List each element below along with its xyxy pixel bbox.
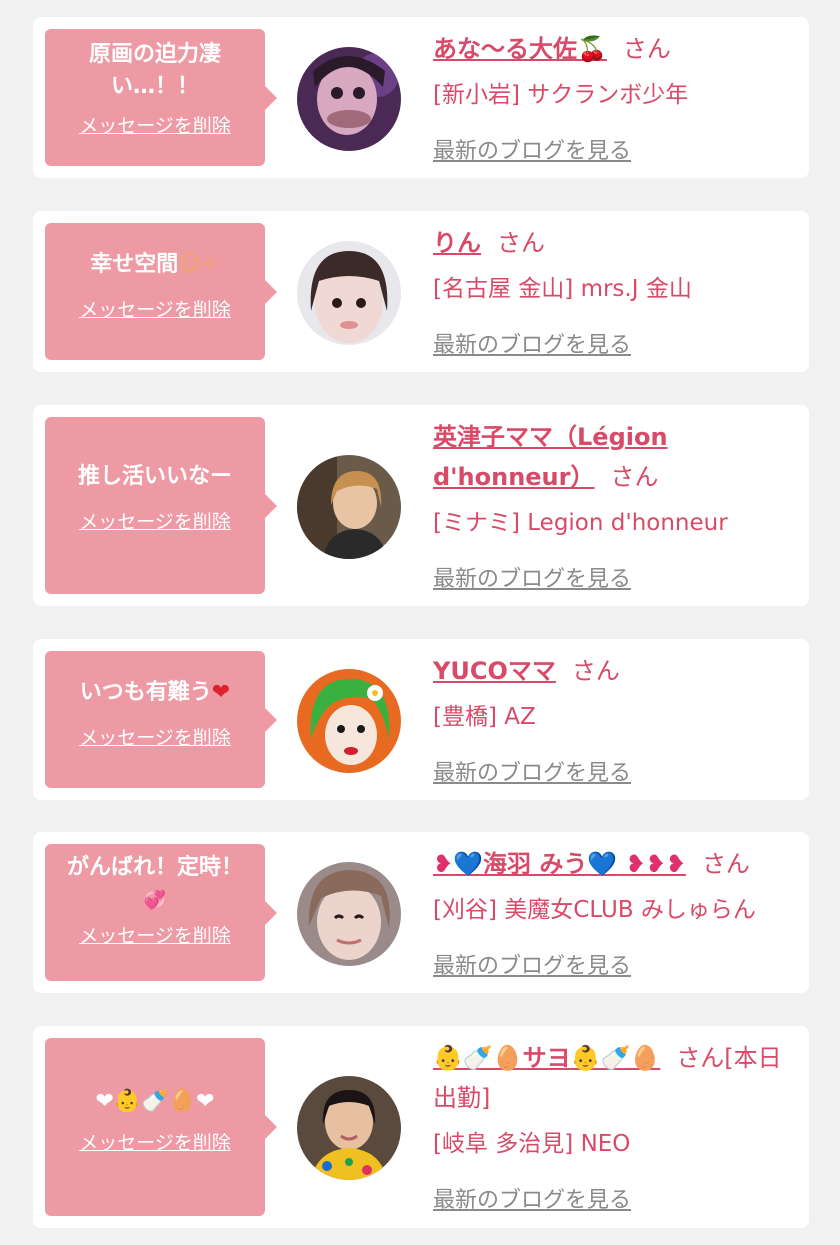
honorific: さん [622, 35, 671, 63]
member-name-link[interactable]: ❥💙海羽 みう💙 ❥❥❥ [433, 850, 686, 878]
honorific: さん [571, 657, 620, 685]
name-line: りん さん [433, 223, 795, 263]
sparkle-icon: ✧ [201, 252, 220, 277]
message-text: いつも有難う❤ [79, 680, 231, 705]
member-info: 👶🍼🥚サヨ👶🍼🥚 さん[本日出勤] [岐阜 多治見] NEO 最新のブログを見る [433, 1038, 795, 1214]
message-card: いつも有難う❤ メッセージを削除 YUCOママ さん [豊橋] AZ 最新のブログ… [33, 639, 809, 800]
message-bubble: いつも有難う❤ メッセージを削除 [45, 651, 277, 788]
name-line: ❥💙海羽 みう💙 ❥❥❥ さん [433, 844, 795, 884]
baby-bottle-egg-icons: 👶🍼🥚 [433, 1044, 523, 1072]
name-line: 英津子ママ（Légion d'honneur） さん [433, 417, 795, 497]
delete-message-link[interactable]: メッセージを削除 [79, 723, 231, 750]
avatar[interactable] [297, 1076, 401, 1180]
message-text: 推し活いいなー [77, 464, 232, 489]
message-card: がんばれ！定時！ 💞 メッセージを削除 ❥💙海羽 みう💙 ❥❥❥ さん [刈谷] 美… [33, 832, 809, 993]
shop-label: [ミナミ] Legion d'honneur [433, 510, 728, 536]
message-icons: ❤👶🍼🥚❤ [95, 1089, 215, 1114]
delete-message-link[interactable]: メッセージを削除 [79, 111, 231, 138]
avatar[interactable] [297, 47, 401, 151]
message-bubble: がんばれ！定時！ 💞 メッセージを削除 [45, 844, 277, 981]
member-info: りん さん [名古屋 金山] mrs.J 金山 最新のブログを見る [433, 223, 795, 359]
shop-label: [刈谷] 美魔女CLUB みしゅらん [433, 897, 756, 923]
member-info: ❥💙海羽 みう💙 ❥❥❥ さん [刈谷] 美魔女CLUB みしゅらん 最新のブログ… [433, 844, 795, 980]
delete-message-link[interactable]: メッセージを削除 [79, 921, 231, 948]
avatar[interactable] [297, 241, 401, 345]
honorific: さん [610, 463, 659, 491]
latest-blog-link[interactable]: 最新のブログを見る [433, 755, 631, 787]
blue-heart-icon: 💙 [587, 850, 618, 878]
message-card: 原画の迫力凄い…！！ メッセージを削除 あな〜る大佐🍒 さん [新小岩] サクラン… [33, 17, 809, 178]
latest-blog-link[interactable]: 最新のブログを見る [433, 1182, 631, 1214]
honorific: さん [497, 229, 545, 257]
pink-hearts-icon: ❥❥❥ [625, 850, 686, 878]
message-list: 原画の迫力凄い…！！ メッセージを削除 あな〜る大佐🍒 さん [新小岩] サクラン… [0, 0, 840, 1245]
shop-label: [豊橋] AZ [433, 704, 536, 730]
name-line: YUCOママ さん [433, 651, 795, 691]
heart-icon: ❤ [211, 680, 231, 705]
delete-message-link[interactable]: メッセージを削除 [79, 295, 231, 322]
message-bubble: 推し活いいなー メッセージを削除 [45, 417, 277, 594]
message-bubble: ❤👶🍼🥚❤ メッセージを削除 [45, 1038, 277, 1216]
message-text: 幸せ空間☺✧ [90, 252, 220, 277]
message-text: 原画の迫力凄い…！！ [88, 42, 221, 99]
shop-label: [岐阜 多治見] NEO [433, 1131, 631, 1157]
delete-message-link[interactable]: メッセージを削除 [79, 507, 231, 534]
shop-label: [名古屋 金山] mrs.J 金山 [433, 276, 692, 302]
message-card: 推し活いいなー メッセージを削除 英津子ママ（Légion d'honneur）… [33, 405, 809, 606]
member-name-link[interactable]: あな〜る大佐🍒 [433, 35, 607, 63]
cherry-icon: 🍒 [577, 35, 607, 63]
message-bubble: 幸せ空間☺✧ メッセージを削除 [45, 223, 277, 360]
member-name-link[interactable]: 👶🍼🥚サヨ👶🍼🥚 [433, 1044, 660, 1072]
member-name-link[interactable]: YUCOママ [433, 657, 556, 685]
message-card: ❤👶🍼🥚❤ メッセージを削除 👶🍼🥚サヨ👶🍼🥚 さん[本日出勤] [岐阜 多治見]… [33, 1026, 809, 1228]
message-text: ❤👶🍼🥚❤ [55, 1086, 255, 1118]
latest-blog-link[interactable]: 最新のブログを見る [433, 561, 631, 593]
latest-blog-link[interactable]: 最新のブログを見る [433, 327, 631, 359]
member-info: あな〜る大佐🍒 さん [新小岩] サクランボ少年 最新のブログを見る [433, 29, 795, 165]
pink-heart-icon: ❥ [433, 850, 454, 878]
avatar[interactable] [297, 455, 401, 559]
member-name-link[interactable]: りん [433, 229, 481, 257]
latest-blog-link[interactable]: 最新のブログを見る [433, 948, 631, 980]
pink-hearts-icon: 💞 [143, 890, 167, 911]
latest-blog-link[interactable]: 最新のブログを見る [433, 133, 631, 165]
smile-icon: ☺ [178, 252, 202, 277]
delete-message-link[interactable]: メッセージを削除 [79, 1128, 231, 1155]
member-info: 英津子ママ（Légion d'honneur） さん [ミナミ] Legion d… [433, 417, 795, 593]
message-card: 幸せ空間☺✧ メッセージを削除 りん さん [名古屋 金山] mrs.J 金山 最… [33, 211, 809, 372]
avatar[interactable] [297, 669, 401, 773]
honorific: さん [701, 850, 750, 878]
shop-label: [新小岩] サクランボ少年 [433, 82, 689, 108]
name-line: あな〜る大佐🍒 さん [433, 29, 795, 69]
message-bubble: 原画の迫力凄い…！！ メッセージを削除 [45, 29, 277, 166]
name-line: 👶🍼🥚サヨ👶🍼🥚 さん[本日出勤] [433, 1038, 795, 1118]
blue-heart-icon: 💙 [453, 850, 483, 878]
message-text: がんばれ！定時！ 💞 [66, 855, 243, 911]
avatar[interactable] [297, 862, 401, 966]
baby-bottle-egg-icons: 👶🍼🥚 [570, 1044, 661, 1072]
member-info: YUCOママ さん [豊橋] AZ 最新のブログを見る [433, 651, 795, 787]
